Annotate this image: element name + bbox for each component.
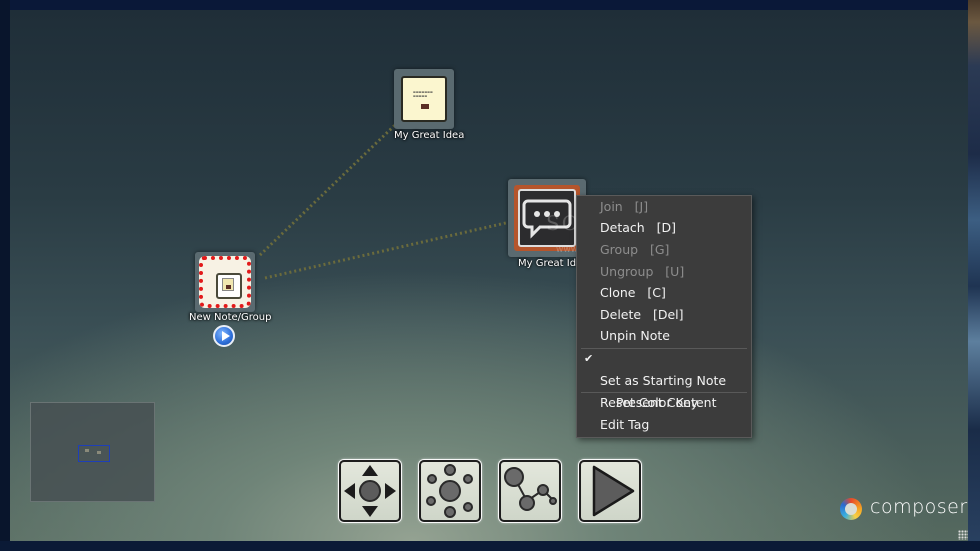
move-tool-icon [344, 465, 396, 517]
note-label: My Great Idea [394, 130, 465, 141]
play-icon[interactable] [213, 325, 235, 347]
composer-logo-icon [840, 498, 862, 520]
document-icon [222, 278, 234, 291]
connector-new-note-to-chat-idea [264, 220, 511, 280]
connector-new-note-to-top-idea [258, 123, 397, 257]
connect-tool-icon [504, 467, 557, 511]
selection-ring [199, 256, 251, 308]
menu-item-set-as-starting-note[interactable]: Set as Starting Note [577, 370, 751, 392]
minimap-viewport[interactable] [78, 445, 110, 462]
connect-tool-button[interactable] [499, 460, 561, 522]
note-tile[interactable]: ▬▬▬▬▬▬▬ ▬▬▬▬▬ [394, 69, 454, 129]
desktop-wallpaper-top [0, 0, 980, 10]
menu-item-present-content[interactable]: ✔ Present Content [577, 348, 751, 410]
note-label: New Note/Group [189, 312, 272, 323]
minimap-note-marker [97, 451, 101, 454]
desktop-wallpaper-bottom [0, 541, 980, 551]
menu-item-group[interactable]: Group [G] [577, 239, 751, 261]
menu-item-unpin-note[interactable]: Unpin Note [577, 325, 751, 347]
menu-item-ungroup[interactable]: Ungroup [U] [577, 261, 751, 283]
move-tool-button[interactable] [339, 460, 401, 522]
present-play-icon [592, 465, 635, 517]
desktop-wallpaper-right [968, 0, 980, 551]
minimap[interactable] [30, 402, 155, 502]
resize-grip-icon[interactable] [958, 530, 968, 540]
layout-tool-button[interactable] [419, 460, 481, 522]
note-tile-selected[interactable] [195, 252, 255, 312]
composer-logo-text: composer [870, 496, 968, 518]
menu-item-reset-color-key[interactable]: Reset Color Key [577, 392, 751, 414]
document-image-chip [421, 104, 429, 109]
present-play-button[interactable] [579, 460, 641, 522]
menu-item-clone[interactable]: Clone [C] [577, 282, 751, 304]
menu-item-edit-tag[interactable]: Edit Tag [577, 414, 751, 436]
document-text-lines: ▬▬▬▬▬▬▬ ▬▬▬▬▬ [413, 90, 433, 98]
checkmark-icon: ✔ [584, 352, 594, 365]
composer-logo: composer [840, 496, 968, 526]
desktop-wallpaper-left [0, 0, 10, 551]
document-thumbnail: ▬▬▬▬▬▬▬ ▬▬▬▬▬ [401, 76, 447, 122]
menu-item-join[interactable]: Join [J] [577, 196, 751, 218]
layout-tool-icon [426, 464, 473, 518]
menu-item-delete[interactable]: Delete [Del] [577, 304, 751, 326]
menu-item-detach[interactable]: Detach [D] [577, 217, 751, 239]
minimap-note-marker [85, 449, 89, 452]
note-context-menu: Join [J] Detach [D] Group [G] Ungroup [U… [576, 195, 752, 438]
note-thumbnail [216, 273, 242, 299]
note-canvas[interactable]: ▬▬▬▬▬▬▬ ▬▬▬▬▬ My Great Idea My Great Idea [10, 10, 968, 541]
